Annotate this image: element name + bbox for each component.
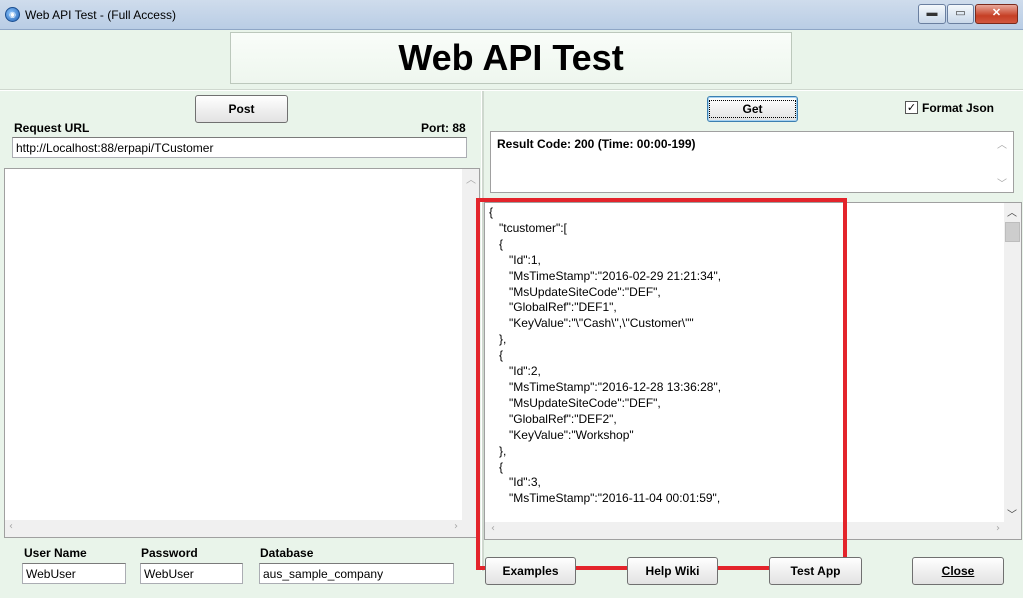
request-body-hscrollbar[interactable]: ‹ › xyxy=(5,520,462,537)
get-button[interactable]: Get xyxy=(707,96,798,122)
request-url-label: Request URL xyxy=(14,121,90,135)
post-button[interactable]: Post xyxy=(195,95,288,123)
close-button-label: Close xyxy=(941,564,975,578)
divider xyxy=(0,89,1023,91)
test-app-button[interactable]: Test App xyxy=(769,557,862,585)
scroll-thumb[interactable] xyxy=(1005,222,1020,242)
scroll-right-icon[interactable]: › xyxy=(454,521,458,532)
database-label: Database xyxy=(260,546,314,560)
title-bar: ◉ Web API Test - (Full Access) ▬ ▭ ✕ xyxy=(0,0,1023,30)
response-json-vscrollbar[interactable]: ︿ ﹀ xyxy=(1004,203,1021,522)
minimize-button[interactable]: ▬ xyxy=(918,4,946,24)
examples-button[interactable]: Examples xyxy=(485,557,576,585)
scroll-left-icon[interactable]: ‹ xyxy=(9,521,13,532)
globe-app-icon: ◉ xyxy=(5,7,20,22)
window-title: Web API Test - (Full Access) xyxy=(25,8,176,22)
format-json-checkbox[interactable]: ✓ xyxy=(905,101,918,114)
help-wiki-button-label: Help Wiki xyxy=(645,564,700,578)
scroll-corner xyxy=(1004,522,1021,539)
close-window-button[interactable]: ✕ xyxy=(975,4,1018,24)
database-input[interactable]: aus_sample_company xyxy=(259,563,454,584)
scroll-right-icon[interactable]: › xyxy=(996,523,1000,534)
scroll-up-icon[interactable]: ︿ xyxy=(1007,204,1017,219)
scroll-down-icon[interactable]: ﹀ xyxy=(997,175,1007,190)
maximize-button[interactable]: ▭ xyxy=(947,4,974,24)
format-json-label: Format Json xyxy=(922,101,995,115)
close-button[interactable]: Close xyxy=(912,557,1004,585)
scroll-down-icon[interactable]: ﹀ xyxy=(1007,506,1017,521)
post-button-label: Post xyxy=(228,102,255,116)
scroll-up-icon[interactable]: ︿ xyxy=(466,171,476,186)
port-label: Port: 88 xyxy=(421,121,466,135)
result-code-box[interactable]: Result Code: 200 (Time: 00:00-199) ︿ ﹀ xyxy=(490,131,1014,193)
help-wiki-button[interactable]: Help Wiki xyxy=(627,557,718,585)
password-input[interactable]: WebUser xyxy=(140,563,243,584)
page-title: Web API Test xyxy=(398,37,624,78)
result-code-text: Result Code: 200 (Time: 00:00-199) xyxy=(497,137,696,151)
test-app-button-label: Test App xyxy=(790,564,841,578)
password-label: Password xyxy=(141,546,198,560)
username-label: User Name xyxy=(24,546,87,560)
scroll-up-icon[interactable]: ︿ xyxy=(997,136,1007,151)
request-url-input[interactable]: http://Localhost:88/erpapi/TCustomer xyxy=(12,137,467,158)
highlight-box xyxy=(476,198,847,570)
get-button-label: Get xyxy=(709,100,796,118)
examples-button-label: Examples xyxy=(502,564,559,578)
request-body-textarea[interactable]: ︿ ‹ › xyxy=(4,168,480,538)
header-banner: Web API Test xyxy=(230,32,792,84)
username-input[interactable]: WebUser xyxy=(22,563,126,584)
client-area: Web API Test Post Request URL Port: 88 h… xyxy=(0,30,1023,598)
